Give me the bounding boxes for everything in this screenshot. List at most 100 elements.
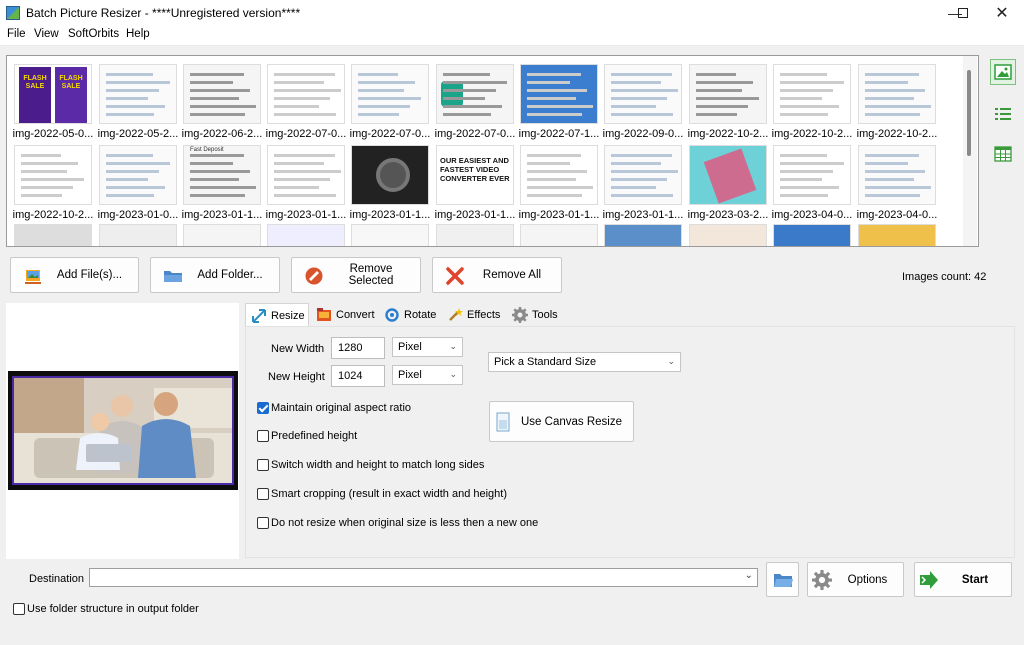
predefined-height-checkbox[interactable] <box>257 430 269 442</box>
new-width-input[interactable] <box>331 337 385 359</box>
browse-destination-button[interactable] <box>766 562 799 597</box>
smart-cropping-checkbox[interactable] <box>257 488 269 500</box>
height-unit-value: Pixel <box>398 369 422 381</box>
gallery-thumbnail[interactable]: img-2022-05-2... <box>97 62 179 142</box>
gallery-thumbnail[interactable] <box>858 224 936 246</box>
gallery-thumbnail[interactable]: img-2022-07-0... <box>434 62 516 142</box>
gallery-thumbnail[interactable]: img-2022-07-1... <box>518 62 600 142</box>
tab-resize[interactable]: Resize <box>245 303 309 327</box>
height-unit-select[interactable]: Pixel ⌄ <box>392 365 463 385</box>
menu-view[interactable]: View <box>34 28 59 40</box>
destination-input[interactable]: ⌄ <box>89 568 758 587</box>
gallery-thumbnail[interactable]: img-2022-07-0... <box>349 62 431 142</box>
tab-convert[interactable]: Convert <box>311 303 377 327</box>
width-unit-select[interactable]: Pixel ⌄ <box>392 337 463 357</box>
thumbnail-image <box>183 64 261 124</box>
close-icon: ✕ <box>995 5 1009 22</box>
table-view-button[interactable] <box>990 141 1016 167</box>
gallery-thumbnail[interactable] <box>183 224 261 246</box>
gallery-thumbnail[interactable]: img-2023-01-1... <box>602 143 684 223</box>
gallery-scrollbar-thumb[interactable] <box>967 70 971 156</box>
gallery-thumbnail[interactable]: img-2023-01-1... <box>265 143 347 223</box>
thumbnail-caption: img-2022-10-2... <box>771 128 853 140</box>
new-height-label: New Height <box>268 371 325 383</box>
thumbnail-text: FLASH SALE <box>59 75 83 90</box>
options-button[interactable]: Options <box>807 562 904 597</box>
start-button[interactable]: Start <box>914 562 1012 597</box>
gallery-thumbnail[interactable]: img-2023-01-0... <box>97 143 179 223</box>
close-button[interactable]: ✕ <box>980 0 1024 26</box>
gallery-thumbnail[interactable]: img-2023-04-0... <box>771 143 853 223</box>
gallery-thumbnail[interactable] <box>689 224 767 246</box>
gallery-thumbnail[interactable] <box>436 224 514 246</box>
gallery-thumbnail[interactable] <box>99 224 177 246</box>
preview-image <box>12 376 234 485</box>
thumbnail-caption: img-2022-07-0... <box>265 128 347 140</box>
gallery-thumbnail[interactable] <box>267 224 345 246</box>
gallery-thumbnail[interactable] <box>604 224 682 246</box>
thumbnail-image <box>351 145 429 205</box>
gallery-thumbnail[interactable] <box>520 224 598 246</box>
menu-file[interactable]: File <box>7 28 26 40</box>
thumbnail-image <box>99 64 177 124</box>
tab-rotate[interactable]: Rotate <box>379 303 439 327</box>
gallery-thumbnail[interactable]: FLASH SALE FLASH SALE img-2022-05-0... <box>12 62 94 142</box>
thumbnail-caption: img-2022-07-1... <box>518 128 600 140</box>
tab-effects-label: Effects <box>467 309 501 321</box>
gallery-thumbnail[interactable]: img-2022-10-2... <box>856 62 938 142</box>
thumbnail-caption: img-2022-06-2... <box>181 128 263 140</box>
chevron-down-icon: ⌄ <box>667 356 675 366</box>
gallery-thumbnail[interactable]: img-2022-10-2... <box>771 62 853 142</box>
menu-softorbits[interactable]: SoftOrbits <box>68 28 119 40</box>
new-width-label: New Width <box>271 343 325 355</box>
gallery-thumbnail[interactable] <box>773 224 851 246</box>
gallery-thumbnail[interactable]: OUR EASIEST AND FASTEST VIDEO CONVERTER … <box>434 143 516 223</box>
gallery-thumbnail[interactable]: img-2022-09-0... <box>602 62 684 142</box>
thumbnail-caption: img-2023-01-1... <box>181 209 263 221</box>
remove-all-button[interactable]: Remove All <box>432 257 562 293</box>
maximize-icon <box>958 8 968 18</box>
chevron-down-icon: ⌄ <box>449 341 457 351</box>
aspect-ratio-checkbox[interactable] <box>257 402 269 414</box>
thumbnail-text: OUR EASIEST AND FASTEST VIDEO CONVERTER … <box>440 156 510 183</box>
gallery-thumbnail[interactable]: img-2022-10-2... <box>687 62 769 142</box>
gallery-thumbnail[interactable]: img-2022-10-2... <box>12 143 94 223</box>
gallery-thumbnail[interactable]: img-2023-01-1... <box>349 143 431 223</box>
folder-structure-checkbox[interactable] <box>13 603 25 615</box>
gallery-thumbnail[interactable] <box>14 224 92 246</box>
image-gallery[interactable]: FLASH SALE FLASH SALE img-2022-05-0... img-… <box>6 55 979 247</box>
standard-size-select[interactable]: Pick a Standard Size ⌄ <box>488 352 681 372</box>
gallery-thumbnail[interactable]: img-2022-06-2... <box>181 62 263 142</box>
gallery-thumbnail[interactable] <box>351 224 429 246</box>
add-folder-label: Add Folder... <box>197 269 263 281</box>
switch-sides-checkbox[interactable] <box>257 459 269 471</box>
thumbnail-caption: img-2022-09-0... <box>602 128 684 140</box>
app-icon <box>6 6 20 20</box>
start-arrow-icon <box>920 571 938 589</box>
standard-size-value: Pick a Standard Size <box>494 356 597 368</box>
canvas-resize-button[interactable]: Use Canvas Resize <box>489 401 634 442</box>
gallery-thumbnail[interactable]: img-2023-04-0... <box>856 143 938 223</box>
gallery-thumbnail[interactable]: Fast Deposit img-2023-01-1... <box>181 143 263 223</box>
gallery-thumbnail[interactable]: img-2023-01-1...(1).png <box>518 143 600 235</box>
thumbnail-view-button[interactable] <box>990 59 1016 85</box>
thumbnail-image: Fast Deposit <box>183 145 261 205</box>
new-height-input[interactable] <box>331 365 385 387</box>
gallery-thumbnail[interactable]: img-2023-03-2... <box>687 143 769 223</box>
add-folder-button[interactable]: Add Folder... <box>150 257 280 293</box>
list-view-button[interactable] <box>990 101 1016 127</box>
thumbnail-caption: img-2023-01-1... <box>434 209 516 221</box>
gallery-thumbnail[interactable]: img-2022-07-0... <box>265 62 347 142</box>
remove-selected-button[interactable]: Remove Selected <box>291 257 421 293</box>
tab-tools[interactable]: Tools <box>507 303 561 327</box>
rotate-icon <box>385 308 399 322</box>
options-label: Options <box>847 573 888 586</box>
canvas-resize-label: Use Canvas Resize <box>521 415 622 428</box>
chevron-down-icon: ⌄ <box>449 369 457 379</box>
no-upscale-checkbox[interactable] <box>257 517 269 529</box>
menu-help[interactable]: Help <box>126 28 150 40</box>
add-files-button[interactable]: Add File(s)... <box>10 257 139 293</box>
thumbnail-image <box>99 145 177 205</box>
tab-effects[interactable]: Effects <box>442 303 506 327</box>
switch-sides-label: Switch width and height to match long si… <box>271 459 485 471</box>
